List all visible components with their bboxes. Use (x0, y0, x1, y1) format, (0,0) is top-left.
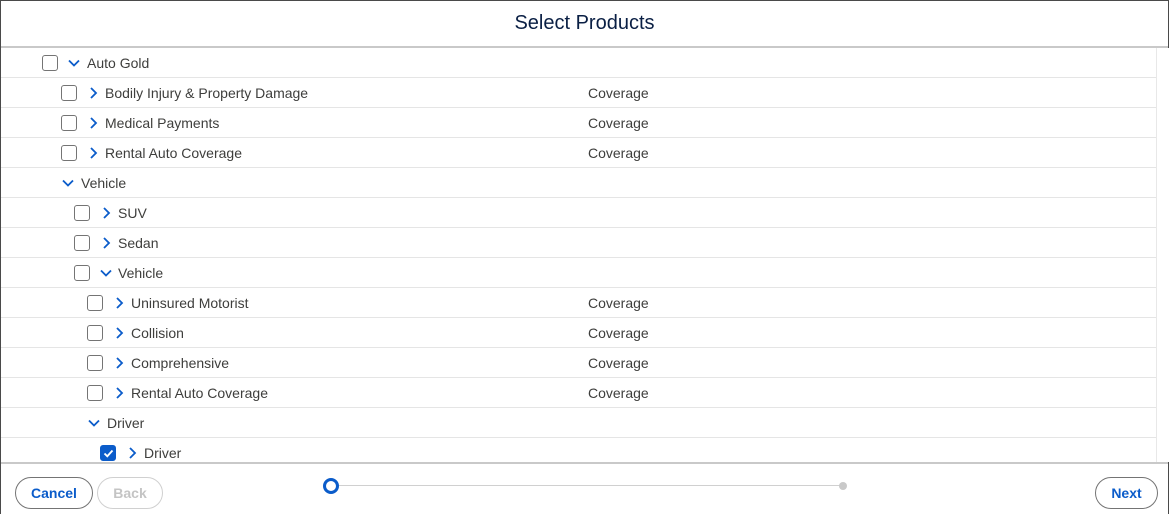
tree-row-label: SUV (118, 205, 147, 221)
tree-row-checkbox[interactable] (74, 265, 90, 281)
tree-row-checkbox[interactable] (87, 385, 103, 401)
modal-header: Select Products (1, 1, 1168, 48)
tree-row-label: Driver (107, 415, 145, 431)
chevron-down-icon[interactable] (61, 176, 75, 190)
tree-row-label: Rental Auto Coverage (105, 145, 242, 161)
tree-row-bodily-injury: Bodily Injury & Property Damage Coverage (1, 78, 1156, 108)
cancel-button[interactable]: Cancel (15, 477, 93, 509)
tree-row-checkbox[interactable] (74, 205, 90, 221)
tree-row-type: Coverage (588, 145, 649, 161)
tree-row-checkbox-checked[interactable] (100, 445, 116, 461)
tree-row-collision: Collision Coverage (1, 318, 1156, 348)
tree-row-label: Rental Auto Coverage (131, 385, 268, 401)
select-products-modal: Select Products Auto Gold Bodily Injury … (0, 0, 1169, 514)
tree-row-label: Medical Payments (105, 115, 220, 131)
tree-row-checkbox[interactable] (61, 145, 77, 161)
next-button[interactable]: Next (1095, 477, 1158, 509)
tree-row-label: Vehicle (81, 175, 127, 191)
tree-row-label: Comprehensive (131, 355, 230, 371)
chevron-right-icon[interactable] (112, 296, 126, 310)
chevron-right-icon[interactable] (86, 146, 100, 160)
modal-title: Select Products (514, 12, 655, 34)
tree-row-auto-gold: Auto Gold (1, 48, 1156, 78)
progress-track (337, 485, 843, 486)
chevron-right-icon[interactable] (86, 116, 100, 130)
tree-row-medical-payments: Medical Payments Coverage (1, 108, 1156, 138)
tree-row-label: Driver (144, 445, 182, 461)
tree-row-suv: SUV (1, 198, 1156, 228)
chevron-right-icon[interactable] (125, 446, 139, 460)
tree-row-label: Bodily Injury & Property Damage (105, 85, 309, 101)
tree-row-label: Vehicle (118, 265, 164, 281)
tree-row-driver: Driver (1, 438, 1156, 462)
progress-step-current (323, 478, 339, 494)
progress-step-next (839, 482, 847, 490)
tree-row-checkbox[interactable] (87, 325, 103, 341)
chevron-right-icon[interactable] (86, 86, 100, 100)
tree-row-checkbox[interactable] (61, 85, 77, 101)
checkmark-icon (103, 449, 114, 458)
tree-row-label: Uninsured Motorist (131, 295, 249, 311)
chevron-right-icon[interactable] (112, 326, 126, 340)
tree-row-checkbox[interactable] (87, 295, 103, 311)
tree-row-checkbox[interactable] (87, 355, 103, 371)
tree-row-type: Coverage (588, 85, 649, 101)
chevron-down-icon[interactable] (87, 416, 101, 430)
tree-row-type: Coverage (588, 385, 649, 401)
tree-scrollbar[interactable] (1156, 48, 1169, 462)
tree-row-vehicle-group: Vehicle (1, 168, 1156, 198)
chevron-right-icon[interactable] (99, 206, 113, 220)
tree-row-driver-group: Driver (1, 408, 1156, 438)
chevron-down-icon[interactable] (99, 266, 113, 280)
chevron-right-icon[interactable] (112, 386, 126, 400)
tree-row-vehicle: Vehicle (1, 258, 1156, 288)
tree-row-label: Collision (131, 325, 184, 341)
tree-row-type: Coverage (588, 295, 649, 311)
tree-row-type: Coverage (588, 355, 649, 371)
tree-row-rental-auto-coverage: Rental Auto Coverage Coverage (1, 138, 1156, 168)
tree-row-rental-auto-coverage-2: Rental Auto Coverage Coverage (1, 378, 1156, 408)
tree-row-checkbox[interactable] (61, 115, 77, 131)
tree-row-checkbox[interactable] (74, 235, 90, 251)
tree-row-checkbox[interactable] (42, 55, 58, 71)
tree-row-sedan: Sedan (1, 228, 1156, 258)
tree-row-comprehensive: Comprehensive Coverage (1, 348, 1156, 378)
chevron-right-icon[interactable] (112, 356, 126, 370)
chevron-down-icon[interactable] (67, 56, 81, 70)
modal-footer: Cancel Back Next (1, 462, 1168, 514)
tree-row-label: Auto Gold (87, 55, 150, 71)
tree-row-type: Coverage (588, 115, 649, 131)
tree-row-type: Coverage (588, 325, 649, 341)
chevron-right-icon[interactable] (99, 236, 113, 250)
back-button[interactable]: Back (97, 477, 163, 509)
tree-row-label: Sedan (118, 235, 159, 251)
product-tree: Auto Gold Bodily Injury & Property Damag… (1, 48, 1156, 462)
tree-row-uninsured-motorist: Uninsured Motorist Coverage (1, 288, 1156, 318)
